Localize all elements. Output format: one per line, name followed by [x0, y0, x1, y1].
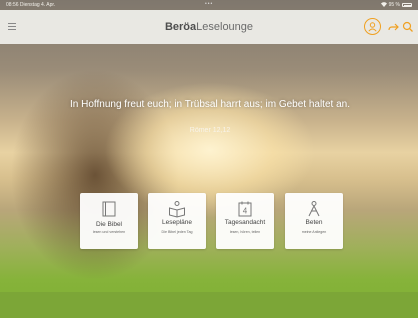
battery-percent: 95 % [388, 1, 400, 8]
calendar-day-number: 4 [243, 207, 248, 216]
share-button[interactable] [386, 20, 400, 34]
logo-bold: Beröa [164, 21, 197, 33]
status-time: 08:56 Dienstag 4. Apr. [6, 1, 56, 8]
multitask-dots[interactable]: ••• [205, 1, 213, 7]
search-button[interactable] [402, 20, 416, 34]
tile-subtitle: lesen und verstehen [92, 230, 126, 234]
status-right: 95 % [380, 1, 412, 8]
user-button[interactable] [364, 18, 381, 35]
top-navigation-bar: BeröaLeselounge [0, 10, 418, 44]
tile-subtitle: lesen, hören, teilen [229, 230, 261, 234]
verse-reference: Römer 12,12 [189, 127, 231, 134]
prayer-icon [308, 201, 320, 217]
reading-plan-icon [169, 201, 185, 218]
tile-prayer[interactable]: Beten meine Anliegen [285, 193, 343, 249]
tile-subtitle: meine Anliegen [301, 230, 327, 234]
share-icon [388, 23, 399, 31]
tile-daily-devotion[interactable]: 4 Tagesandacht lesen, hören, teilen [216, 193, 274, 249]
tile-title: Tagesandacht [224, 219, 266, 226]
bottom-background [0, 292, 418, 318]
tile-title: Beten [305, 219, 323, 226]
verse-text: In Hoffnung freut euch; in Trübsal harrt… [70, 99, 350, 110]
app-logo: BeröaLeselounge [0, 21, 418, 33]
tile-title: Lesepläne [162, 219, 192, 226]
logo-rest: Leselounge [196, 21, 254, 33]
battery-icon [402, 2, 412, 7]
search-icon [402, 21, 413, 32]
wifi-icon [380, 2, 387, 7]
tile-subtitle: Die Bibel jeden Tag [161, 230, 193, 234]
tile-reading-plans[interactable]: Lesepläne Die Bibel jeden Tag [148, 193, 206, 249]
calendar-icon: 4 [238, 201, 252, 217]
tile-bible[interactable]: Die Bibel lesen und verstehen [80, 193, 138, 249]
bible-icon [102, 201, 116, 217]
app-screen: 08:56 Dienstag 4. Apr. 95 % ••• BeröaLes… [0, 0, 418, 318]
user-icon [368, 21, 377, 32]
tile-title: Die Bibel [95, 221, 122, 228]
